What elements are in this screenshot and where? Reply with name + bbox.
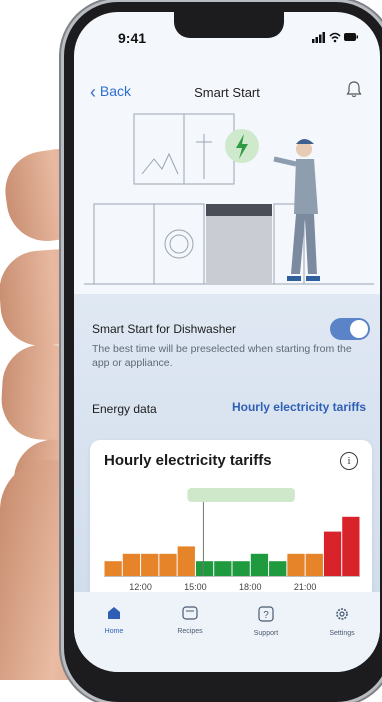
navigation-bar: ‹ Back Smart Start [74,74,380,104]
energy-data-label: Energy data [92,402,157,416]
tariff-chart: 12:00 15:00 18:00 21:00 [104,488,360,592]
page-title: Smart Start [194,85,260,100]
tariff-bar [214,561,232,576]
smart-start-description: The best time will be preselected when s… [92,343,352,369]
tariff-bar [104,561,122,576]
recipes-icon [182,606,198,620]
tab-bar: Home Recipes ? Support Settings [74,592,380,672]
info-icon[interactable]: i [340,452,358,470]
support-icon: ? [258,606,274,622]
tariff-bar [159,553,177,576]
tariff-bar [141,553,159,576]
tab-settings-label: Settings [329,630,355,637]
tariff-bar [342,516,360,576]
tariff-card: Hourly electricity tariffs i 12:00 15:00 1… [90,440,372,610]
tab-support-label: Support [253,630,279,637]
card-title: Hourly electricity tariffs [104,452,272,469]
x-tick-label: 15:00 [184,582,207,592]
bell-icon[interactable] [346,80,362,103]
tariff-bar [287,553,305,576]
settings-icon [336,608,348,620]
x-tick-label: 21:00 [294,582,317,592]
tariff-bar [195,561,214,576]
tariff-bar [177,546,195,576]
tariff-bar [305,553,323,576]
phone-frame: 9:41 ‹ Back Smart Start Smart Start for … [64,2,382,702]
svg-text:?: ? [263,610,269,621]
status-bar: 9:41 [74,12,380,52]
smart-start-label: Smart Start for Dishwasher [92,322,237,336]
toggle-knob [350,320,368,338]
status-time: 9:41 [118,30,147,46]
x-tick-label: 12:00 [129,582,152,592]
signal-wifi-battery-icon [312,32,358,43]
tab-support[interactable]: ? Support [236,606,296,637]
smart-start-toggle[interactable] [330,318,370,340]
tariff-bar [250,553,269,576]
tariff-bar [269,561,287,576]
best-time-window [187,488,295,502]
kitchen-illustration [74,104,380,294]
tariff-bar [122,553,141,576]
tab-settings[interactable]: Settings [312,606,372,637]
tab-recipes-label: Recipes [177,628,203,635]
x-tick-label: 18:00 [239,582,262,592]
tariff-bar [232,561,250,576]
home-icon [108,607,120,619]
hourly-tariffs-link[interactable]: Hourly electricity tariffs [232,400,366,414]
tariff-bar [323,531,342,576]
phone-screen: 9:41 ‹ Back Smart Start Smart Start for … [74,12,380,672]
tab-home[interactable]: Home [84,606,144,635]
tab-home-label: Home [104,628,124,635]
notch [174,12,284,38]
status-icons [312,31,358,46]
tab-recipes[interactable]: Recipes [160,606,220,635]
